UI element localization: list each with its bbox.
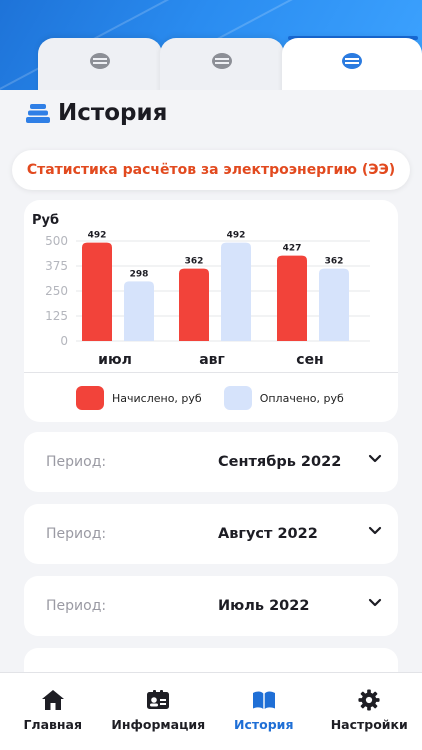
bottom-navigation: Главная Информация История Настройки bbox=[0, 672, 422, 750]
y-tick-label: 0 bbox=[60, 334, 68, 348]
page-header: История bbox=[26, 100, 167, 126]
bar-paid bbox=[221, 242, 251, 341]
page-title: История bbox=[58, 100, 168, 126]
statistics-button-label: Статистика расчётов за электроэнергию (Э… bbox=[26, 162, 396, 178]
company-logo-icon bbox=[90, 53, 110, 69]
bar-charged bbox=[277, 255, 307, 341]
bar-data-label: 492 bbox=[227, 231, 246, 241]
y-tick-label: 500 bbox=[45, 234, 68, 248]
x-tick-label: авг bbox=[199, 352, 225, 368]
nav-label-history: История bbox=[234, 717, 294, 732]
bar-paid bbox=[124, 281, 154, 341]
account-tab-2[interactable] bbox=[160, 38, 284, 98]
company-logo-icon bbox=[342, 53, 362, 69]
bar-data-label: 492 bbox=[88, 231, 107, 241]
nav-label-info: Информация bbox=[111, 717, 206, 732]
account-tab-3[interactable] bbox=[282, 38, 422, 98]
legend-swatch-charged bbox=[76, 386, 104, 410]
nav-label-home: Главная bbox=[23, 717, 83, 732]
bar-chart: Руб 0 125 250 375 500 492 298 июл 362 492 авг 427 362… bbox=[32, 213, 370, 368]
chart-divider bbox=[24, 372, 398, 373]
statistics-button[interactable]: Статистика расчётов за электроэнергию (Э… bbox=[12, 150, 410, 190]
legend-item-paid: Оплачено, руб bbox=[223, 386, 344, 410]
chevron-down-icon[interactable] bbox=[368, 454, 382, 464]
account-tabs bbox=[0, 38, 422, 98]
nav-item-home[interactable]: Главная bbox=[0, 673, 106, 750]
bar-data-label: 427 bbox=[283, 244, 302, 254]
period-label: Период: bbox=[46, 598, 107, 614]
period-value: Сентябрь 2022 bbox=[218, 454, 342, 470]
nav-item-info[interactable]: Информация bbox=[106, 673, 212, 750]
gear-icon bbox=[358, 689, 380, 711]
bar-data-label: 362 bbox=[325, 257, 344, 267]
legend-item-charged: Начислено, руб bbox=[76, 386, 202, 410]
main-content: История Статистика расчётов за электроэн… bbox=[0, 90, 422, 672]
legend-swatch-paid bbox=[223, 386, 252, 410]
book-icon bbox=[252, 691, 275, 709]
period-label: Период: bbox=[46, 526, 107, 542]
bar-charged bbox=[179, 268, 209, 341]
legend-label-charged: Начислено, руб bbox=[112, 391, 202, 405]
period-row-july[interactable]: Период: Июль 2022 bbox=[24, 576, 398, 636]
period-row-september[interactable]: Период: Сентябрь 2022 bbox=[24, 432, 398, 492]
account-tab-1[interactable] bbox=[38, 38, 162, 98]
bar-data-label: 362 bbox=[185, 257, 204, 267]
chevron-down-icon[interactable] bbox=[368, 526, 382, 536]
y-tick-label: 375 bbox=[45, 259, 68, 273]
y-tick-label: 125 bbox=[45, 309, 68, 323]
chart-card: Руб 0 125 250 375 500 492 298 июл 362 492 авг 427 362… bbox=[24, 200, 398, 422]
period-value: Июль 2022 bbox=[218, 598, 310, 614]
x-tick-label: июл bbox=[98, 352, 132, 368]
y-axis-label: Руб bbox=[32, 213, 59, 228]
bar-paid bbox=[319, 268, 349, 341]
bar-data-label: 298 bbox=[130, 269, 149, 279]
x-tick-label: сен bbox=[296, 352, 323, 368]
nav-label-settings: Настройки bbox=[330, 717, 408, 732]
chart-legend: Начислено, руб Оплачено, руб bbox=[76, 386, 366, 410]
layers-icon bbox=[26, 104, 50, 123]
home-icon bbox=[41, 690, 64, 710]
legend-label-paid: Оплачено, руб bbox=[259, 391, 344, 405]
id-card-icon bbox=[147, 690, 170, 709]
bar-charged bbox=[82, 242, 112, 341]
chevron-down-icon[interactable] bbox=[368, 598, 382, 608]
nav-item-history[interactable]: История bbox=[211, 673, 317, 750]
period-value: Август 2022 bbox=[218, 526, 318, 542]
period-label: Период: bbox=[46, 454, 107, 470]
y-tick-label: 250 bbox=[45, 284, 68, 298]
company-logo-icon bbox=[212, 53, 232, 69]
period-row-august[interactable]: Период: Август 2022 bbox=[24, 504, 398, 564]
nav-item-settings[interactable]: Настройки bbox=[317, 673, 422, 750]
period-row-partial[interactable] bbox=[24, 648, 398, 672]
